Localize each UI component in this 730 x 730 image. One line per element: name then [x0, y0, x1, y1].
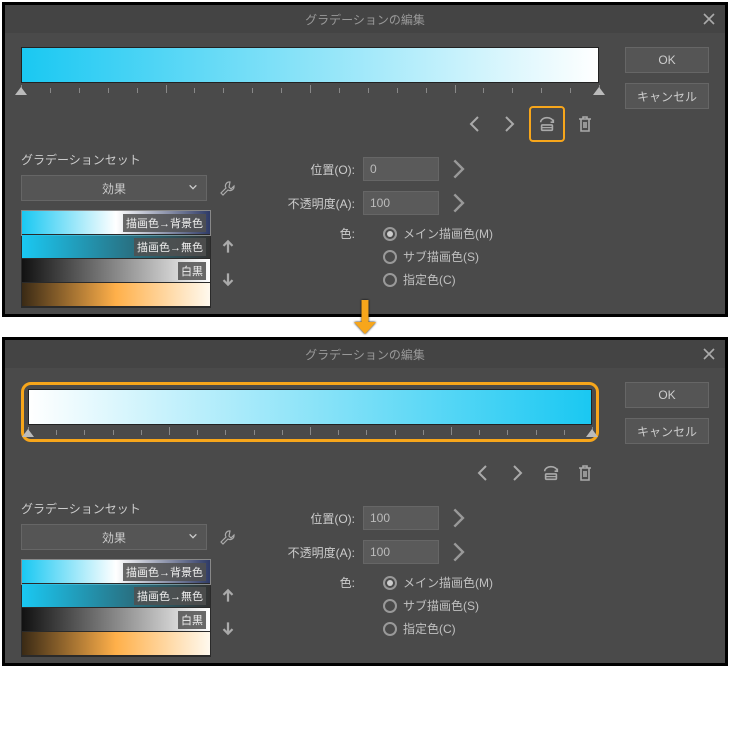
- gradient-set-select[interactable]: 効果: [21, 524, 207, 550]
- radio-label: サブ描画色(S): [403, 248, 479, 265]
- select-value: 効果: [102, 529, 126, 546]
- move-preset-down-button[interactable]: [217, 617, 239, 639]
- gradient-stop-left[interactable]: [15, 87, 27, 97]
- gradient-dialog-0: グラデーションの編集 OK キャンセル: [2, 2, 728, 317]
- opacity-input[interactable]: 100: [363, 191, 439, 215]
- opacity-label: 不透明度(A):: [255, 195, 355, 212]
- position-input[interactable]: 100: [363, 506, 439, 530]
- preset-label: 描画色→背景色: [123, 214, 206, 232]
- next-stop-button[interactable]: [503, 459, 531, 487]
- opacity-label: 不透明度(A):: [255, 544, 355, 561]
- color-radio-2[interactable]: 指定色(C): [383, 620, 709, 637]
- move-preset-up-button[interactable]: [217, 236, 239, 258]
- position-more-button[interactable]: [447, 158, 469, 180]
- color-radio-0[interactable]: メイン描画色(M): [383, 225, 709, 242]
- opacity-more-button[interactable]: [447, 192, 469, 214]
- color-radio-2[interactable]: 指定色(C): [383, 271, 709, 288]
- color-radio-1[interactable]: サブ描画色(S): [383, 248, 709, 265]
- gradient-ticks: [21, 83, 599, 93]
- next-stop-button[interactable]: [495, 110, 523, 138]
- delete-stop-button[interactable]: [571, 110, 599, 138]
- opacity-more-button[interactable]: [447, 541, 469, 563]
- cancel-button[interactable]: キャンセル: [625, 418, 709, 444]
- gradient-set-settings-button[interactable]: [213, 174, 241, 202]
- gradient-bar-highlight: [21, 382, 599, 442]
- color-radio-0[interactable]: メイン描画色(M): [383, 574, 709, 591]
- transition-arrow-icon: [2, 297, 728, 337]
- gradient-set-select[interactable]: 効果: [21, 175, 207, 201]
- prev-stop-button[interactable]: [461, 110, 489, 138]
- preset-label: 白黒: [178, 262, 206, 280]
- preset-item-1[interactable]: 描画色→無色: [22, 235, 210, 259]
- preset-list: 描画色→背景色 描画色→無色 白黒: [21, 210, 211, 308]
- gradient-ticks: [28, 425, 592, 435]
- gradient-set-settings-button[interactable]: [213, 523, 241, 551]
- prev-stop-button[interactable]: [469, 459, 497, 487]
- gradient-stop-left[interactable]: [22, 429, 34, 439]
- preset-item-1[interactable]: 描画色→無色: [22, 584, 210, 608]
- chevron-down-icon: [188, 181, 198, 195]
- radio-icon: [383, 576, 397, 590]
- preset-label: 描画色→無色: [134, 587, 206, 605]
- radio-label: サブ描画色(S): [403, 597, 479, 614]
- color-label: 色:: [255, 574, 355, 591]
- radio-icon: [383, 250, 397, 264]
- radio-label: メイン描画色(M): [403, 574, 493, 591]
- preset-label: 描画色→無色: [134, 238, 206, 256]
- cancel-button[interactable]: キャンセル: [625, 83, 709, 109]
- radio-label: 指定色(C): [403, 620, 456, 637]
- ok-button[interactable]: OK: [625, 47, 709, 73]
- flip-highlight: [529, 106, 565, 142]
- gradient-set-title: グラデーションセット: [21, 151, 241, 168]
- preset-item-0[interactable]: 描画色→背景色: [22, 211, 210, 235]
- select-value: 効果: [102, 180, 126, 197]
- gradient-bar[interactable]: [21, 47, 599, 83]
- preset-item-2[interactable]: 白黒: [22, 259, 210, 283]
- preset-item-2[interactable]: 白黒: [22, 608, 210, 632]
- move-preset-up-button[interactable]: [217, 585, 239, 607]
- preset-item-3[interactable]: [22, 632, 210, 656]
- gradient-set-title: グラデーションセット: [21, 500, 241, 517]
- titlebar: グラデーションの編集: [5, 5, 725, 33]
- color-radio-1[interactable]: サブ描画色(S): [383, 597, 709, 614]
- color-label: 色:: [255, 225, 355, 242]
- radio-label: メイン描画色(M): [403, 225, 493, 242]
- ok-button[interactable]: OK: [625, 382, 709, 408]
- radio-icon: [383, 599, 397, 613]
- preset-label: 描画色→背景色: [123, 563, 206, 581]
- close-button[interactable]: [693, 5, 725, 33]
- preset-item-0[interactable]: 描画色→背景色: [22, 560, 210, 584]
- dialog-title: グラデーションの編集: [305, 11, 425, 28]
- flip-gradient-button[interactable]: [533, 110, 561, 138]
- titlebar: グラデーションの編集: [5, 340, 725, 368]
- position-label: 位置(O):: [255, 510, 355, 527]
- position-label: 位置(O):: [255, 161, 355, 178]
- preset-label: 白黒: [178, 611, 206, 629]
- position-more-button[interactable]: [447, 507, 469, 529]
- gradient-dialog-1: グラデーションの編集 OK キャンセル: [2, 337, 728, 666]
- preset-list: 描画色→背景色 描画色→無色 白黒: [21, 559, 211, 657]
- position-input[interactable]: 0: [363, 157, 439, 181]
- chevron-down-icon: [188, 530, 198, 544]
- close-button[interactable]: [693, 340, 725, 368]
- dialog-title: グラデーションの編集: [305, 346, 425, 363]
- move-preset-down-button[interactable]: [217, 268, 239, 290]
- radio-icon: [383, 622, 397, 636]
- radio-icon: [383, 273, 397, 287]
- radio-icon: [383, 227, 397, 241]
- gradient-stop-right[interactable]: [593, 87, 605, 97]
- flip-gradient-button[interactable]: [537, 459, 565, 487]
- gradient-bar-wrap: [21, 47, 599, 93]
- gradient-stop-right[interactable]: [586, 429, 598, 439]
- opacity-input[interactable]: 100: [363, 540, 439, 564]
- radio-label: 指定色(C): [403, 271, 456, 288]
- delete-stop-button[interactable]: [571, 459, 599, 487]
- gradient-bar[interactable]: [28, 389, 592, 425]
- gradient-bar-wrap: [21, 382, 599, 442]
